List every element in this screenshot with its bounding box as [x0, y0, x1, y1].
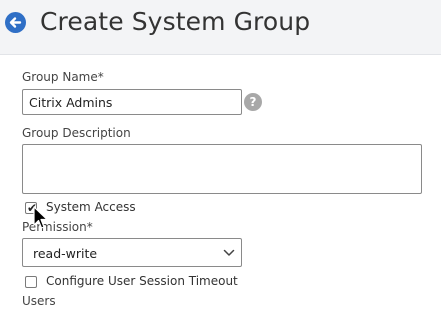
users-label: Users — [22, 294, 56, 308]
back-button[interactable] — [5, 12, 26, 33]
session-timeout-label: Configure User Session Timeout — [46, 274, 238, 288]
permission-select[interactable]: read-write — [22, 238, 242, 267]
group-description-input[interactable] — [22, 144, 422, 194]
page-title: Create System Group — [40, 7, 311, 36]
chevron-down-icon — [223, 249, 235, 256]
group-name-label: Group Name* — [22, 70, 104, 84]
help-icon[interactable]: ? — [244, 93, 262, 111]
permission-selected-value: read-write — [33, 246, 98, 261]
page-header: Create System Group — [0, 0, 441, 48]
system-access-label: System Access — [46, 200, 136, 214]
arrow-left-icon — [9, 17, 22, 28]
permission-label: Permission* — [22, 220, 93, 234]
system-access-checkbox[interactable]: ✔ — [25, 201, 38, 215]
group-name-input[interactable] — [22, 89, 242, 115]
session-timeout-checkbox[interactable] — [25, 276, 37, 288]
checkmark-icon: ✔ — [27, 201, 38, 215]
group-description-label: Group Description — [22, 126, 131, 140]
